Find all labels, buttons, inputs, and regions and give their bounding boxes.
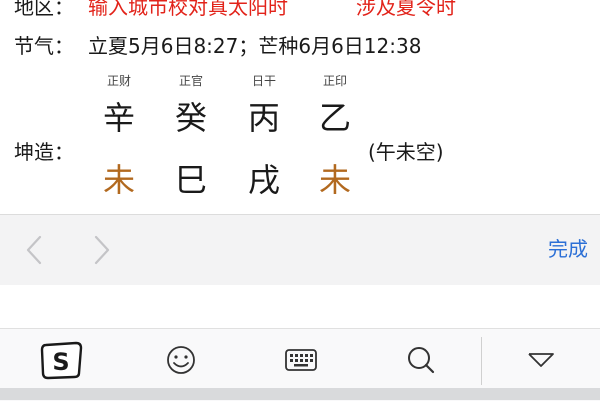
done-button[interactable]: 完成 <box>548 237 588 261</box>
chevron-right-icon[interactable] <box>86 233 116 267</box>
emoji-icon[interactable] <box>156 339 206 381</box>
svg-text:S: S <box>52 348 69 376</box>
chevron-left-icon[interactable] <box>20 233 50 267</box>
pillar-year: 正财 辛 未 <box>92 72 146 198</box>
jieqi-label: 节气： <box>14 34 74 58</box>
shishen-label: 正官 <box>178 74 203 88</box>
jieqi-value: 立夏5月6日8:27；芒种6月6日12:38 <box>88 34 422 58</box>
earthly-branch: 戌 <box>247 161 280 199</box>
heavenly-stem: 丙 <box>247 99 280 137</box>
earthly-branch: 未 <box>318 161 351 199</box>
shishen-label: 日干 <box>251 74 276 88</box>
heavenly-stem: 癸 <box>174 99 207 137</box>
search-icon[interactable] <box>396 339 446 381</box>
pillar-month: 正官 癸 巳 <box>164 72 218 198</box>
earthly-branch: 未 <box>102 161 135 199</box>
input-accessory-bar: 完成 <box>0 214 600 286</box>
region-label: 地区： <box>14 0 74 19</box>
keyboard-bottom-strip <box>0 388 600 400</box>
earthly-branch: 巳 <box>174 161 207 199</box>
region-input-hint[interactable]: 输入城市校对真太阳时 <box>88 0 288 17</box>
gender-label: 坤造： <box>14 140 74 164</box>
pillar-hour: 正印 乙 未 <box>308 72 362 198</box>
heavenly-stem: 辛 <box>102 99 135 137</box>
toolbar-divider <box>481 337 482 385</box>
shishen-label: 正财 <box>106 74 131 88</box>
dst-hint[interactable]: 涉及夏令时 <box>356 0 456 17</box>
keyboard-input-area <box>0 285 600 328</box>
collapse-keyboard-icon[interactable] <box>516 339 566 381</box>
heavenly-stem: 乙 <box>318 99 351 137</box>
keyboard-icon[interactable] <box>276 339 326 381</box>
kongwang-note: (午未空) <box>368 140 444 164</box>
sogou-logo-icon[interactable]: S <box>36 339 86 381</box>
pillar-day: 日干 丙 戌 <box>237 72 291 198</box>
shishen-label: 正印 <box>322 74 347 88</box>
